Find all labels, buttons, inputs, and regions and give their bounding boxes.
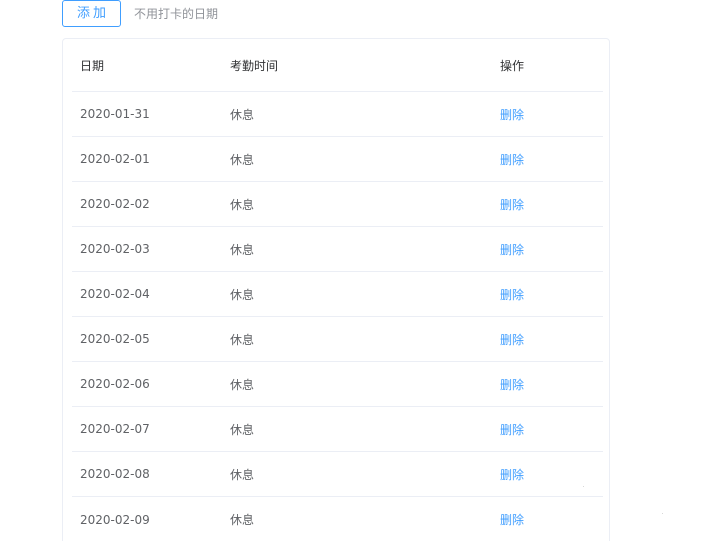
actions-cell: 删除	[500, 92, 524, 136]
delete-link[interactable]: 删除	[500, 106, 524, 123]
actions-cell: 删除	[500, 497, 524, 541]
table-body-wrapper: 日期 考勤时间 操作 2020-01-31 休息 删除 2020-02-01 休息 删除 2…	[72, 39, 603, 541]
date-cell: 2020-02-08	[80, 467, 150, 481]
attendance-time-cell: 休息	[230, 332, 255, 347]
table-row: 2020-02-04 休息 删除	[72, 272, 603, 317]
column-header-actions: 操作	[500, 58, 525, 73]
delete-link[interactable]: 删除	[500, 286, 524, 303]
actions-cell: 删除	[500, 182, 524, 226]
date-cell: 2020-01-31	[80, 107, 150, 121]
delete-link[interactable]: 删除	[500, 151, 524, 168]
actions-cell: 删除	[500, 227, 524, 271]
attendance-time-cell: 休息	[230, 377, 255, 392]
attendance-time-cell: 休息	[230, 107, 255, 122]
table-rows: 2020-01-31 休息 删除 2020-02-01 休息 删除 2020-02-02 休息…	[72, 92, 603, 541]
no-clock-in-dates-label: 不用打卡的日期	[134, 7, 219, 21]
table-row: 2020-02-09 休息 删除	[72, 497, 603, 541]
delete-link[interactable]: 删除	[500, 376, 524, 393]
table-row: 2020-02-03 休息 删除	[72, 227, 603, 272]
actions-cell: 删除	[500, 452, 524, 496]
stray-pixel	[662, 513, 663, 514]
table-row: 2020-02-06 休息 删除	[72, 362, 603, 407]
holiday-settings-page: 添加 不用打卡的日期 日期 考勤时间 操作 2020-01-31 休息 删除 2020…	[0, 0, 728, 541]
toolbar: 添加 不用打卡的日期	[62, 0, 218, 27]
delete-link[interactable]: 删除	[500, 511, 524, 528]
stray-pixel	[583, 486, 584, 487]
attendance-time-cell: 休息	[230, 513, 255, 527]
table-row: 2020-02-05 休息 删除	[72, 317, 603, 362]
date-cell: 2020-02-05	[80, 332, 150, 346]
table-row: 2020-02-01 休息 删除	[72, 137, 603, 182]
date-cell: 2020-02-03	[80, 242, 150, 256]
delete-link[interactable]: 删除	[500, 331, 524, 348]
date-cell: 2020-02-01	[80, 152, 150, 166]
column-header-date: 日期	[80, 58, 105, 73]
actions-cell: 删除	[500, 317, 524, 361]
actions-cell: 删除	[500, 362, 524, 406]
actions-cell: 删除	[500, 272, 524, 316]
attendance-time-cell: 休息	[230, 287, 255, 302]
attendance-time-cell: 休息	[230, 242, 255, 257]
delete-link[interactable]: 删除	[500, 241, 524, 258]
actions-cell: 删除	[500, 137, 524, 181]
date-cell: 2020-02-07	[80, 422, 150, 436]
attendance-time-cell: 休息	[230, 422, 255, 437]
delete-link[interactable]: 删除	[500, 466, 524, 483]
actions-cell: 删除	[500, 407, 524, 451]
add-button[interactable]: 添加	[62, 0, 121, 27]
no-clock-in-dates-table: 日期 考勤时间 操作 2020-01-31 休息 删除 2020-02-01 休息 删除 2…	[62, 38, 610, 541]
attendance-time-cell: 休息	[230, 152, 255, 167]
delete-link[interactable]: 删除	[500, 421, 524, 438]
delete-link[interactable]: 删除	[500, 196, 524, 213]
table-row: 2020-02-08 休息 删除	[72, 452, 603, 497]
table-row: 2020-01-31 休息 删除	[72, 92, 603, 137]
column-header-attendance-time: 考勤时间	[230, 58, 279, 73]
attendance-time-cell: 休息	[230, 467, 255, 482]
date-cell: 2020-02-06	[80, 377, 150, 391]
date-cell: 2020-02-04	[80, 287, 150, 301]
table-header-row: 日期 考勤时间 操作	[72, 39, 603, 92]
table-row: 2020-02-02 休息 删除	[72, 182, 603, 227]
date-cell: 2020-02-02	[80, 197, 150, 211]
attendance-time-cell: 休息	[230, 197, 255, 212]
table-row: 2020-02-07 休息 删除	[72, 407, 603, 452]
date-cell: 2020-02-09	[80, 512, 150, 527]
